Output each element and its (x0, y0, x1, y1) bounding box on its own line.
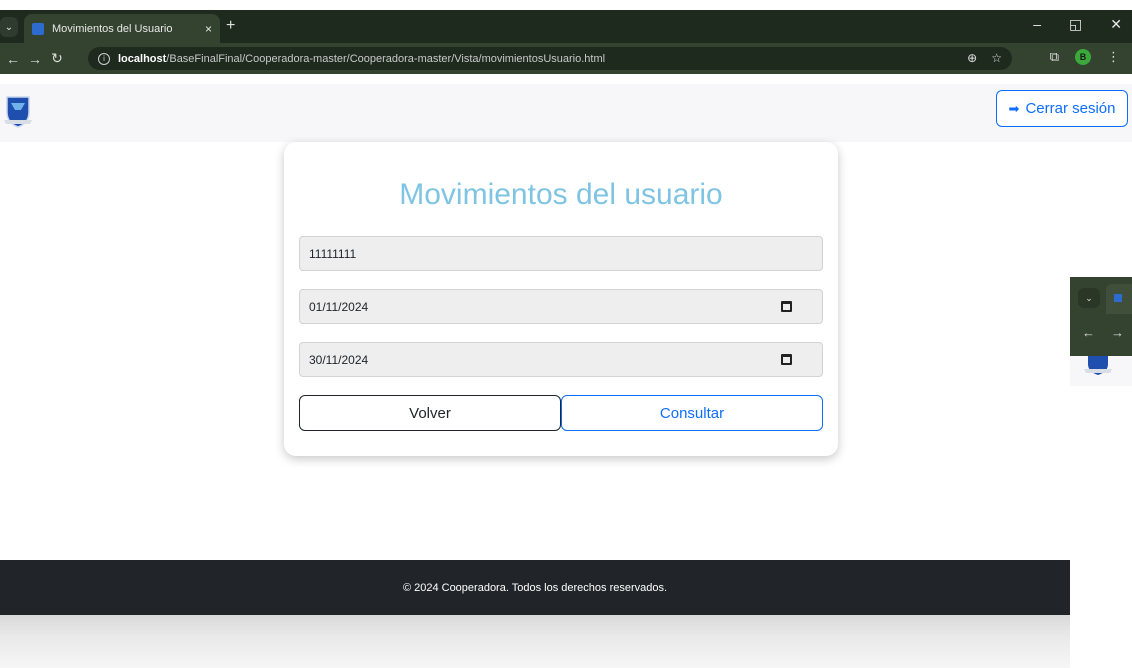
minimize-icon[interactable]: – (1033, 16, 1041, 33)
date-from-value: 01/11/2024 (309, 299, 369, 314)
favicon-icon (1114, 294, 1122, 302)
logo-icon[interactable] (4, 94, 32, 128)
dni-input[interactable]: 11111111 (299, 236, 823, 271)
date-to-value: 30/11/2024 (309, 352, 369, 367)
toolbar-actions: ⧉ B ⋮ (1050, 49, 1120, 65)
forward-icon: → (1111, 325, 1124, 340)
menu-icon[interactable]: ⋮ (1107, 49, 1120, 65)
dni-value: 11111111 (309, 246, 357, 261)
restore-icon[interactable]: ◱ (1069, 16, 1082, 33)
page-title: Movimientos del usuario (399, 178, 723, 211)
gradient-band (0, 615, 1070, 668)
omnibox-actions: ⊕ ☆ (967, 51, 1002, 65)
favicon-icon (32, 22, 44, 35)
new-tab-button[interactable]: + (226, 17, 235, 35)
thumbnail-nav: ← → (1082, 325, 1124, 340)
browser-window: ⌄ Movimientos del Usuario × + – ◱ ✕ ← → … (0, 10, 1132, 74)
thumbnail-tab (1106, 284, 1132, 314)
back-icon[interactable]: ← (2, 51, 24, 67)
extensions-icon[interactable]: ⧉ (1050, 49, 1059, 65)
logout-button[interactable]: ➡ Cerrar sesión (996, 90, 1128, 127)
url-host: localhost (118, 52, 167, 65)
reload-icon[interactable]: ↻ (46, 50, 68, 67)
submit-button[interactable]: Consultar (561, 395, 823, 431)
screenshot: ⌄ Movimientos del Usuario × + – ◱ ✕ ← → … (0, 0, 1132, 668)
tab-active[interactable]: Movimientos del Usuario × (24, 14, 220, 43)
window-thumbnail[interactable]: ⌄ ← → (1070, 277, 1132, 386)
thumbnail-page (1070, 356, 1132, 386)
profile-avatar[interactable]: B (1075, 49, 1091, 65)
toolbar: ← → ↻ i localhost /BaseFinalFinal/Cooper… (0, 43, 1132, 74)
logout-label: Cerrar sesión (1025, 100, 1116, 117)
footer-copyright: © 2024 Cooperadora. Todos los derechos r… (402, 581, 668, 594)
forward-icon[interactable]: → (24, 51, 46, 67)
back-icon: ← (1082, 325, 1095, 340)
calendar-icon[interactable] (781, 301, 792, 312)
tab-dropdown-icon: ⌄ (1078, 288, 1100, 308)
site-info-icon[interactable]: i (98, 52, 110, 65)
site-footer: © 2024 Cooperadora. Todos los derechos r… (0, 560, 1070, 615)
close-icon[interactable]: ✕ (1110, 16, 1122, 33)
zoom-icon[interactable]: ⊕ (967, 51, 977, 65)
sign-out-icon: ➡ (1008, 100, 1020, 116)
tab-title: Movimientos del Usuario (52, 22, 173, 35)
tab-close-icon[interactable]: × (205, 22, 212, 36)
site-header: ➡ Cerrar sesión (0, 84, 1132, 142)
date-from-input[interactable]: 01/11/2024 (299, 289, 823, 324)
logo-icon (1084, 356, 1112, 375)
tab-strip: ⌄ Movimientos del Usuario × + – ◱ ✕ (0, 10, 1132, 43)
thumbnail-chrome: ⌄ ← → (1070, 277, 1132, 356)
tab-dropdown-icon[interactable]: ⌄ (0, 17, 18, 37)
address-bar[interactable]: i localhost /BaseFinalFinal/Cooperadora-… (88, 47, 1012, 70)
bookmark-star-icon[interactable]: ☆ (991, 51, 1002, 65)
movements-card: Movimientos del usuario 11111111 01/11/2… (284, 142, 838, 456)
calendar-icon[interactable] (781, 354, 792, 365)
window-controls: – ◱ ✕ (1033, 16, 1122, 33)
back-button[interactable]: Volver (299, 395, 561, 431)
date-to-input[interactable]: 30/11/2024 (299, 342, 823, 377)
url-path: /BaseFinalFinal/Cooperadora-master/Coope… (166, 52, 606, 65)
